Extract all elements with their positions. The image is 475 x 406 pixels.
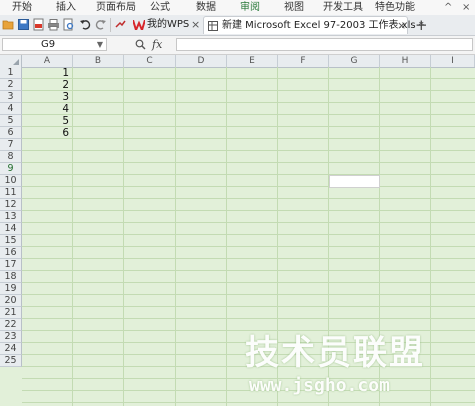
quick-access-and-tabs: 我的WPS × 新建 Microsoft Excel 97-2003 工作表.x… (0, 15, 475, 36)
save-icon[interactable] (17, 18, 30, 31)
row-header-25[interactable]: 25 (0, 355, 22, 367)
site-watermark: 技术员联盟 www.jsgho.com (245, 333, 465, 403)
row-header-4[interactable]: 4 (0, 103, 22, 115)
row-header-15[interactable]: 15 (0, 235, 22, 247)
row-header-21[interactable]: 21 (0, 307, 22, 319)
select-all-corner[interactable] (0, 55, 22, 67)
chevron-down-icon[interactable]: ▼ (97, 39, 103, 50)
tab-special-features[interactable]: 特色功能 (375, 1, 415, 14)
export-pdf-icon[interactable] (32, 18, 45, 31)
cell-a3[interactable]: 3 (22, 91, 72, 103)
open-folder-icon[interactable] (2, 18, 15, 31)
cell-a5[interactable]: 5 (22, 115, 72, 127)
tab-home[interactable]: 开始 (12, 1, 32, 14)
cell-a4[interactable]: 4 (22, 103, 72, 115)
tab-developer[interactable]: 开发工具 (323, 1, 363, 14)
tab-excel-workbook[interactable]: 新建 Microsoft Excel 97-2003 工作表.xls * × (203, 16, 424, 35)
close-tab-icon[interactable]: × (397, 17, 406, 35)
formula-bar: G9 ▼ fx (0, 36, 475, 55)
column-gridline (175, 67, 176, 406)
row-header-6[interactable]: 6 (0, 127, 22, 139)
cell-a1[interactable]: 1 (22, 67, 72, 79)
tab-view[interactable]: 视图 (284, 1, 304, 14)
column-header-e[interactable]: E (227, 55, 278, 67)
row-header-3[interactable]: 3 (0, 91, 22, 103)
column-header-d[interactable]: D (176, 55, 227, 67)
customize-toolbar-icon[interactable] (114, 18, 127, 31)
tab-excel-workbook-label: 新建 Microsoft Excel 97-2003 工作表.xls * (222, 20, 424, 31)
name-box[interactable]: G9 ▼ (2, 38, 107, 51)
column-header-f[interactable]: F (278, 55, 329, 67)
cell-a2[interactable]: 2 (22, 79, 72, 91)
row-header-18[interactable]: 18 (0, 271, 22, 283)
column-header-i[interactable]: I (431, 55, 475, 67)
row-header-12[interactable]: 12 (0, 199, 22, 211)
formula-input[interactable] (176, 38, 473, 51)
watermark-title: 技术员联盟 (245, 333, 425, 373)
tab-formulas[interactable]: 公式 (150, 1, 170, 14)
row-header-17[interactable]: 17 (0, 259, 22, 271)
new-tab-button[interactable]: + (415, 15, 428, 35)
undo-icon[interactable] (79, 18, 92, 31)
column-gridline (226, 67, 227, 406)
insert-function-button[interactable]: fx (152, 38, 162, 51)
wps-logo-icon (133, 20, 145, 30)
row-header-13[interactable]: 13 (0, 211, 22, 223)
active-cell-g9[interactable] (329, 175, 380, 188)
row-header-24[interactable]: 24 (0, 343, 22, 355)
row-header-11[interactable]: 11 (0, 187, 22, 199)
print-preview-icon[interactable] (62, 18, 75, 31)
toolbar-divider (110, 18, 111, 32)
row-header-5[interactable]: 5 (0, 115, 22, 127)
row-header-8[interactable]: 8 (0, 151, 22, 163)
row-header-22[interactable]: 22 (0, 319, 22, 331)
column-header-g[interactable]: G (329, 55, 380, 67)
zoom-lookup-icon[interactable] (135, 39, 146, 50)
column-gridline (72, 67, 73, 406)
redo-icon[interactable] (94, 18, 107, 31)
spreadsheet-file-icon (208, 21, 218, 31)
column-gridline (123, 67, 124, 406)
row-header-16[interactable]: 16 (0, 247, 22, 259)
tab-page-layout[interactable]: 页面布局 (96, 1, 136, 14)
collapse-ribbon-button[interactable]: ^ (444, 1, 452, 14)
tab-data[interactable]: 数据 (196, 1, 216, 14)
column-header-a[interactable]: A (22, 55, 73, 67)
row-header-14[interactable]: 14 (0, 223, 22, 235)
column-header-b[interactable]: B (73, 55, 124, 67)
tab-my-wps-label: 我的WPS (147, 19, 190, 30)
row-header-10[interactable]: 10 (0, 175, 22, 187)
close-window-button[interactable]: × (462, 1, 470, 14)
tab-insert[interactable]: 插入 (56, 1, 76, 14)
row-header-2[interactable]: 2 (0, 79, 22, 91)
row-header-19[interactable]: 19 (0, 283, 22, 295)
cell-a6[interactable]: 6 (22, 127, 72, 139)
print-icon[interactable] (47, 18, 60, 31)
close-tab-icon[interactable]: × (191, 16, 200, 34)
column-header-h[interactable]: H (380, 55, 431, 67)
ribbon-menu-bar: 开始 插入 页面布局 公式 数据 审阅 视图 开发工具 特色功能 ^ × (0, 0, 475, 16)
row-header-23[interactable]: 23 (0, 331, 22, 343)
watermark-url: www.jsgho.com (249, 375, 390, 396)
row-header-20[interactable]: 20 (0, 295, 22, 307)
name-box-value: G9 (41, 39, 56, 50)
row-header-9[interactable]: 9 (0, 163, 22, 175)
column-header-c[interactable]: C (124, 55, 176, 67)
tab-my-wps[interactable]: 我的WPS × (130, 16, 202, 34)
spreadsheet-grid[interactable]: A B C D E F G H I 1 2 3 4 5 6 7 8 9 10 1… (0, 55, 475, 406)
row-header-1[interactable]: 1 (0, 67, 22, 79)
tab-review[interactable]: 审阅 (240, 1, 260, 14)
row-header-7[interactable]: 7 (0, 139, 22, 151)
